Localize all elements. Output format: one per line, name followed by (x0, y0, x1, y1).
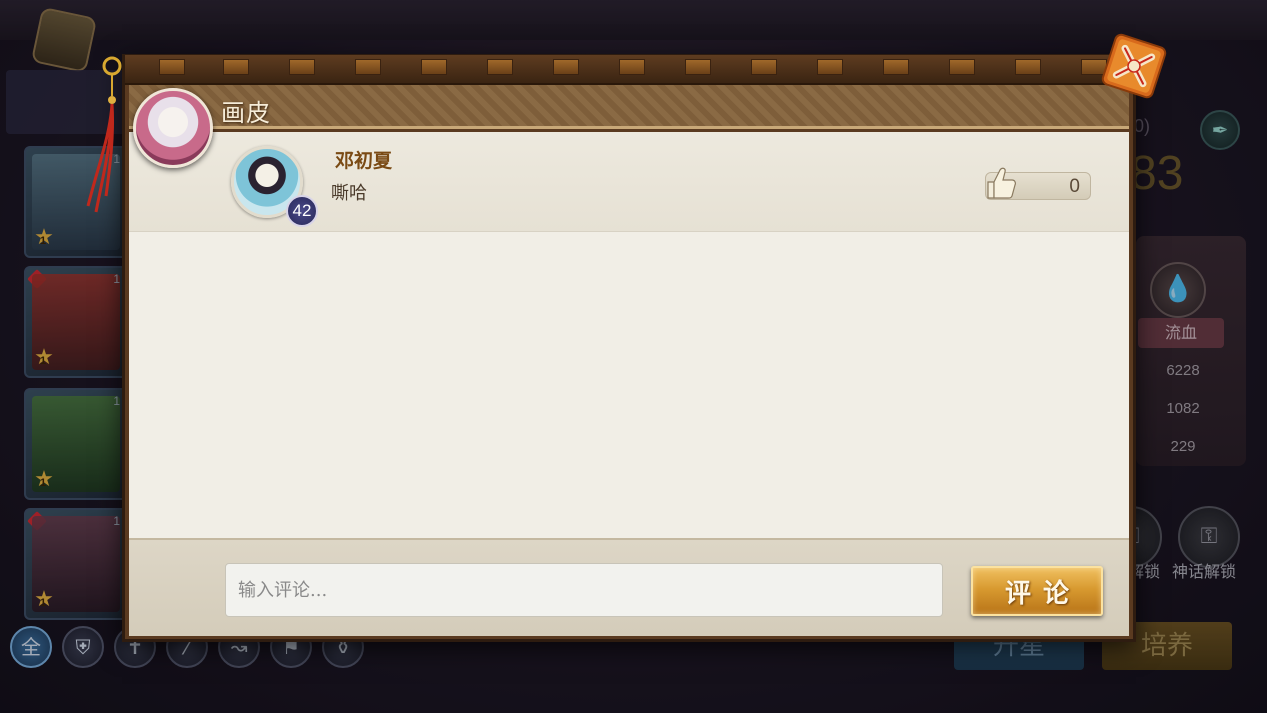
roof-tab (487, 59, 513, 75)
dialog-title-bar: 画皮 (129, 85, 1129, 129)
like-button[interactable]: 0 (985, 167, 1091, 200)
tassel-ornament-icon (86, 56, 122, 213)
roof-tab (553, 59, 579, 75)
roof-tab (289, 59, 315, 75)
roof-tab (949, 59, 975, 75)
roof-tab (355, 59, 381, 75)
close-icon[interactable] (1098, 30, 1170, 102)
comment-input[interactable] (225, 563, 943, 617)
roof-tab (817, 59, 843, 75)
roof-tab (619, 59, 645, 75)
roof-tab (159, 59, 185, 75)
like-count: 0 (1069, 176, 1080, 197)
dialog-title: 画皮 (221, 99, 271, 127)
roof-tab (883, 59, 909, 75)
roof-decoration (125, 55, 1133, 85)
skin-avatar (133, 88, 213, 168)
comment-text: 嘶哈 (331, 183, 367, 204)
roof-tab (1015, 59, 1041, 75)
comment-item: 42 邓初夏 嘶哈 0 (129, 132, 1129, 232)
roof-tab (751, 59, 777, 75)
thumbs-up-icon (987, 167, 1016, 199)
roof-tab (223, 59, 249, 75)
user-level-badge: 42 (286, 195, 318, 227)
comment-footer: 评论 (129, 538, 1129, 636)
comment-list[interactable]: 42 邓初夏 嘶哈 0 (129, 132, 1129, 538)
comment-username: 邓初夏 (335, 150, 393, 172)
comment-dialog: 画皮 42 邓初夏 嘶哈 0 评论 (122, 54, 1136, 642)
roof-tab (685, 59, 711, 75)
submit-comment-button[interactable]: 评论 (971, 566, 1103, 616)
roof-tab (421, 59, 447, 75)
